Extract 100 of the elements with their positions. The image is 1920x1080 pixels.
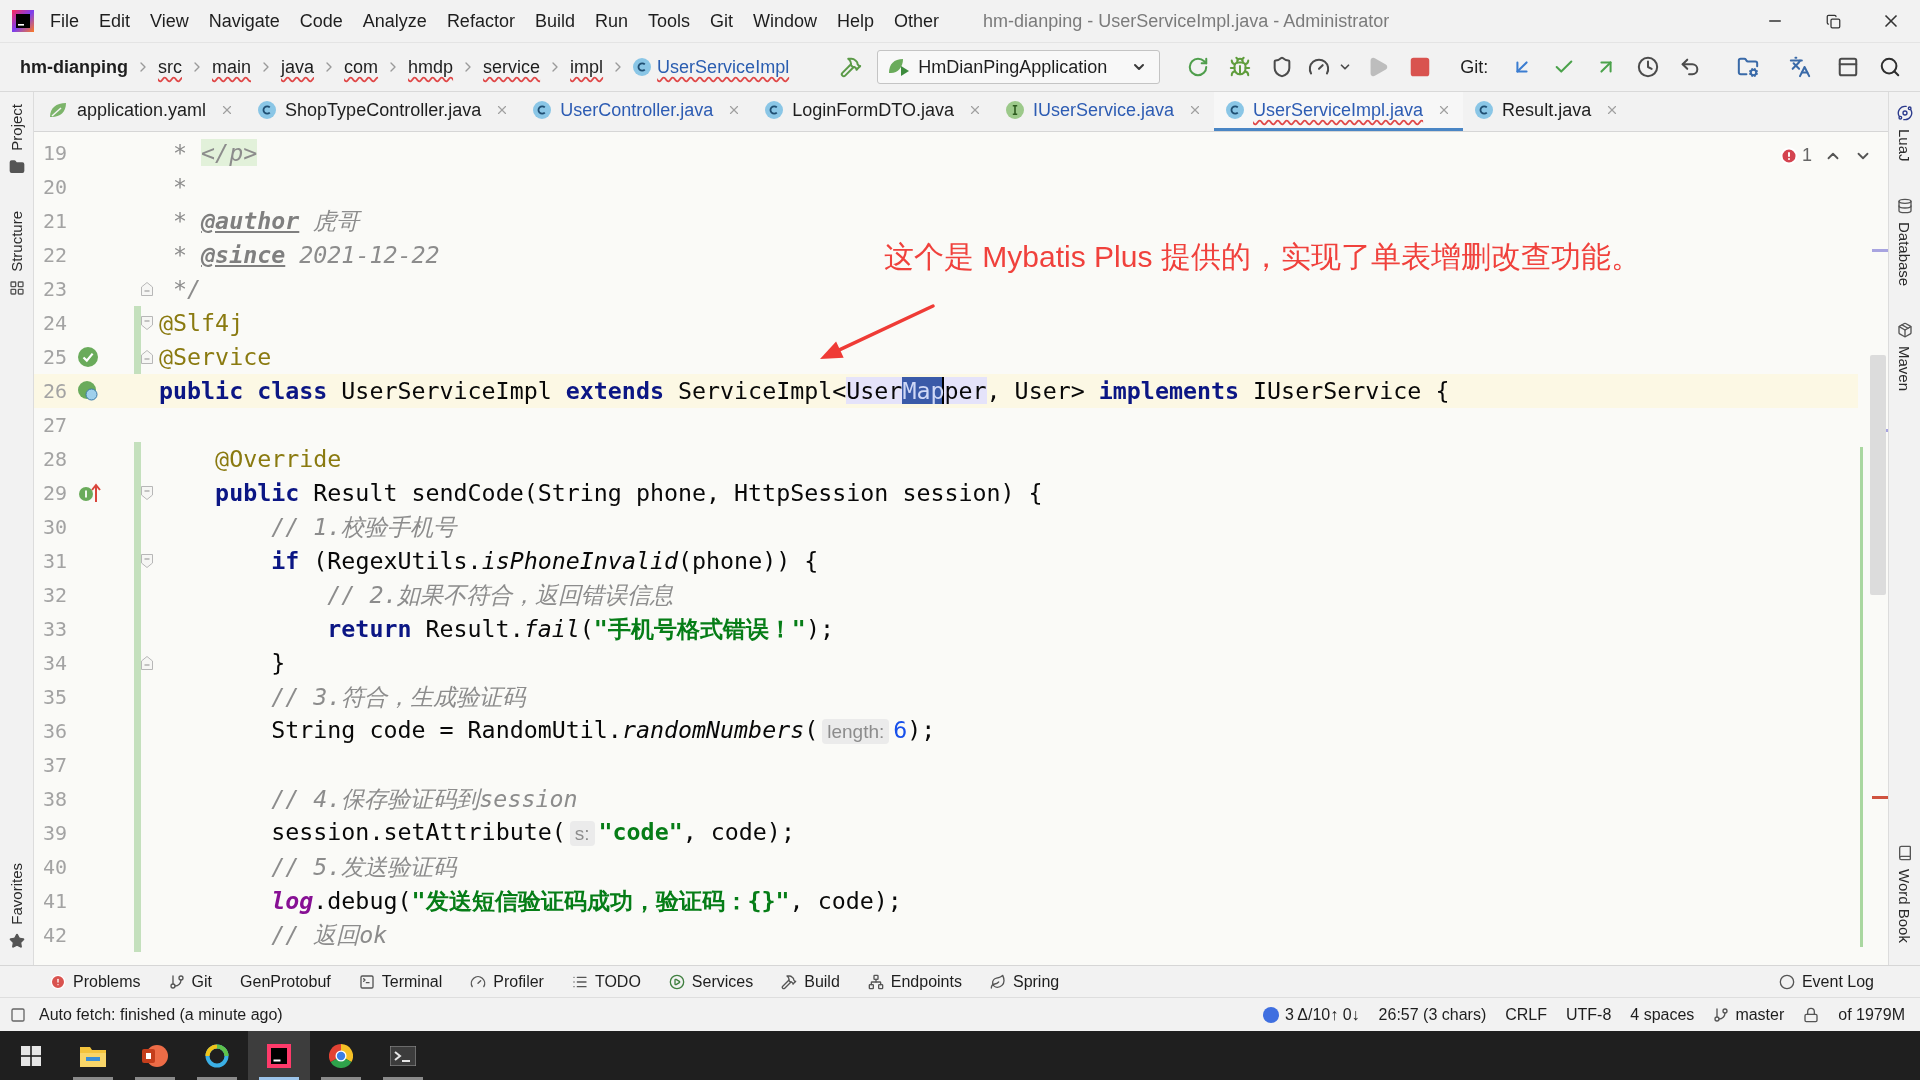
line-number: 29 — [43, 481, 67, 505]
tool-window-button[interactable]: Git — [168, 972, 213, 991]
menu-item[interactable]: Analyze — [352, 5, 437, 37]
circular-arrow-icon[interactable] — [1187, 56, 1210, 78]
gauge-icon — [470, 973, 487, 990]
panel-icon[interactable] — [1837, 56, 1860, 78]
restore-icon[interactable] — [1825, 13, 1841, 29]
git-label: Git: — [1460, 56, 1489, 78]
status-item[interactable]: UTF-8 — [1566, 1005, 1612, 1024]
breadcrumb-item[interactable]: hmdp — [408, 56, 454, 78]
tool-window-button[interactable]: GenProtobuf — [240, 972, 331, 991]
breadcrumb-item[interactable]: service — [483, 56, 541, 78]
run-configuration-dropdown[interactable]: HmDianPingApplication — [877, 50, 1161, 84]
search-icon[interactable] — [1879, 56, 1902, 78]
breadcrumb-item[interactable]: main — [212, 56, 251, 78]
scrollbar-thumb[interactable] — [1870, 355, 1886, 595]
line-number: 34 — [43, 651, 67, 675]
fold-icon[interactable] — [141, 656, 153, 670]
tool-window-button[interactable]: Spring — [989, 972, 1060, 991]
tool-window-button[interactable]: Profiler — [470, 972, 544, 991]
code-line: } — [271, 648, 286, 678]
fold-icon[interactable] — [141, 554, 153, 568]
tool-window-button[interactable]: Database — [1896, 197, 1913, 286]
translate-icon[interactable] — [1789, 56, 1812, 78]
line-number: 32 — [43, 583, 67, 607]
folder-icon — [80, 1044, 106, 1067]
tool-window-button[interactable]: LuaJ — [1896, 105, 1913, 162]
memory-indicator[interactable]: of 1979M — [1838, 1005, 1905, 1024]
breadcrumb-item[interactable]: src — [158, 56, 182, 78]
editor-tab[interactable]: application.yaml — [36, 92, 247, 131]
editor-tab[interactable]: UserServiceImpl.java — [1214, 92, 1464, 131]
hammer-icon[interactable] — [840, 56, 863, 78]
tool-window-button[interactable]: Build — [781, 972, 840, 991]
fold-icon[interactable] — [141, 282, 153, 296]
breadcrumb-item[interactable]: hm-dianping — [20, 56, 128, 78]
status-item[interactable]: 26:57 (3 chars) — [1378, 1005, 1487, 1024]
menu-item[interactable]: Code — [289, 5, 353, 37]
code-line: * — [173, 172, 188, 202]
code-line: * </p> — [173, 138, 258, 168]
branch-selector[interactable]: master — [1713, 1005, 1785, 1024]
tool-window-button[interactable]: Structure — [8, 210, 25, 296]
menu-item[interactable]: Run — [584, 5, 638, 37]
menu-item[interactable]: File — [40, 5, 89, 37]
status-item[interactable]: 4 spaces — [1630, 1005, 1695, 1024]
menu-item[interactable]: Git — [700, 5, 743, 37]
editor-tab[interactable]: Result.java — [1463, 92, 1632, 131]
square-icon[interactable] — [10, 1006, 26, 1023]
menu-item[interactable]: Window — [743, 5, 828, 37]
fold-icon[interactable] — [141, 316, 153, 330]
menu-item[interactable]: Edit — [89, 5, 141, 37]
tool-window-button[interactable]: Problems — [50, 972, 141, 991]
network-icon — [867, 973, 884, 990]
vcs-status[interactable]: 3 Δ/10↑ 0↓ — [1262, 1005, 1360, 1024]
menu-item[interactable]: Refactor — [436, 5, 525, 37]
lock-icon[interactable] — [1803, 1006, 1820, 1023]
tool-window-button[interactable]: Services — [668, 972, 754, 991]
ring-badge-icon[interactable] — [78, 381, 98, 401]
tool-window-button[interactable]: Maven — [1896, 321, 1913, 391]
breadcrumb-item[interactable]: UserServiceImpl — [633, 56, 790, 78]
breadcrumb-item[interactable]: java — [281, 56, 315, 78]
code-line: @Slf4j — [159, 308, 244, 338]
line-number: 33 — [43, 617, 67, 641]
tool-window-button[interactable]: Favorites — [8, 863, 25, 949]
breadcrumb-item[interactable]: impl — [570, 56, 604, 78]
tool-window-button[interactable]: Terminal — [358, 972, 443, 991]
line-number: 37 — [43, 753, 67, 777]
error-icon[interactable] — [1780, 146, 1798, 165]
bug-icon[interactable] — [1229, 56, 1252, 78]
fold-icon[interactable] — [141, 486, 153, 500]
status-item[interactable]: CRLF — [1505, 1005, 1547, 1024]
menu-item[interactable]: View — [140, 5, 199, 37]
leaf-play-icon — [888, 57, 911, 77]
code-line: // 1.校验手机号 — [271, 512, 457, 542]
menu-item[interactable]: Other — [884, 5, 950, 37]
app-logo-icon — [12, 10, 34, 32]
check-badge-icon[interactable] — [78, 347, 98, 367]
stop-icon[interactable] — [1409, 56, 1432, 78]
tool-window-button[interactable]: Endpoints — [867, 972, 962, 991]
code-line: // 5.发送验证码 — [271, 852, 457, 882]
tool-window-button[interactable]: TODO — [571, 972, 641, 991]
menu-item[interactable]: Help — [827, 5, 885, 37]
up-arrow-badge-icon[interactable] — [78, 483, 102, 503]
tool-window-button[interactable]: Word Book — [1896, 845, 1913, 943]
fold-icon[interactable] — [141, 350, 153, 364]
breadcrumb-item[interactable]: com — [344, 56, 379, 78]
editor-tab[interactable]: IUserService.java — [994, 92, 1215, 131]
hammer-icon — [781, 973, 798, 990]
taskbar-button[interactable] — [248, 1031, 310, 1080]
tool-window-button[interactable]: Event Log — [1778, 972, 1874, 991]
tool-window-button[interactable]: Project — [8, 104, 25, 175]
class-icon — [1226, 101, 1245, 119]
menu-item[interactable]: Build — [524, 5, 585, 37]
package-icon — [1896, 321, 1913, 338]
clock-icon[interactable] — [1637, 56, 1660, 78]
menu-item[interactable]: Tools — [637, 5, 700, 37]
editor-tab[interactable]: UserController.java — [521, 92, 754, 131]
editor-tab[interactable]: LoginFormDTO.java — [753, 92, 994, 131]
editor-tab[interactable]: ShopTypeController.java — [246, 92, 522, 131]
menu-item[interactable]: Navigate — [198, 5, 290, 37]
folder-gear-icon[interactable] — [1737, 56, 1760, 78]
